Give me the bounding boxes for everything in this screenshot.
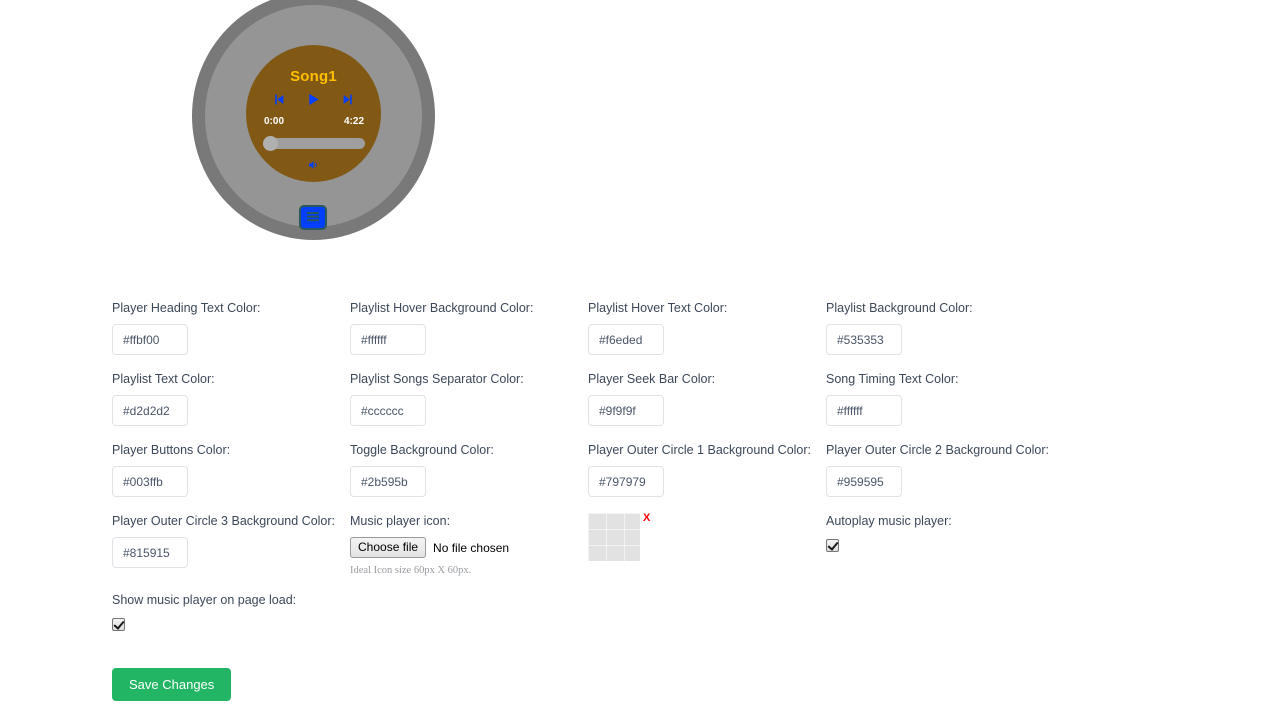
playlist-hover-background-color-input[interactable] <box>350 324 426 355</box>
file-input-row: Choose file No file chosen <box>350 537 588 558</box>
form-row: Player Heading Text Color: Playlist Hove… <box>112 300 1262 371</box>
form-row: Show music player on page load: <box>112 592 1262 650</box>
field-icon-preview: X <box>588 513 826 592</box>
file-status-text: No file chosen <box>433 540 510 555</box>
skip-forward-icon[interactable] <box>342 93 355 106</box>
transport-controls <box>192 92 435 107</box>
broken-image-icon <box>588 513 640 561</box>
playlist-toggle-icon <box>306 209 320 227</box>
field-label: Playlist Text Color: <box>112 372 215 386</box>
playlist-hover-text-color-input[interactable] <box>588 324 664 355</box>
skip-back-icon[interactable] <box>272 93 285 106</box>
song-timing-text-color-input[interactable] <box>826 395 902 426</box>
field-song-timing-text-color: Song Timing Text Color: <box>826 371 1064 442</box>
field-show-music-player-on-page-load: Show music player on page load: <box>112 592 350 650</box>
field-player-buttons-color: Player Buttons Color: <box>112 442 350 513</box>
field-music-player-icon: Music player icon: Choose file No file c… <box>350 513 588 592</box>
time-total: 4:22 <box>343 116 364 127</box>
field-playlist-hover-text-color: Playlist Hover Text Color: <box>588 300 826 371</box>
save-changes-button[interactable]: Save Changes <box>112 668 232 701</box>
time-current: 0:00 <box>264 116 285 127</box>
toggle-background-color-input[interactable] <box>350 466 426 497</box>
icon-size-help-text: Ideal Icon size 60px X 60px. <box>350 565 472 576</box>
field-label: Playlist Hover Text Color: <box>588 301 728 315</box>
field-player-outer-circle-3-background-color: Player Outer Circle 3 Background Color: <box>112 513 350 592</box>
field-label: Player Heading Text Color: <box>112 301 261 315</box>
field-label: Playlist Hover Background Color: <box>350 301 534 315</box>
field-label: Autoplay music player: <box>826 514 952 528</box>
field-label: Playlist Background Color: <box>826 301 973 315</box>
field-playlist-songs-separator-color: Playlist Songs Separator Color: <box>350 371 588 442</box>
field-player-heading-text-color: Player Heading Text Color: <box>112 300 350 371</box>
player-buttons-color-input[interactable] <box>112 466 188 497</box>
music-player-preview: Song1 0:00 4:22 <box>192 0 435 248</box>
field-label: Player Buttons Color: <box>112 443 231 457</box>
field-playlist-hover-background-color: Playlist Hover Background Color: <box>350 300 588 371</box>
playlist-songs-separator-color-input[interactable] <box>350 395 426 426</box>
player-seek-bar[interactable] <box>263 136 365 151</box>
player-outer-circle-1-background-color-input[interactable] <box>588 466 664 497</box>
form-row: Player Outer Circle 3 Background Color: … <box>112 513 1262 592</box>
playlist-toggle-button[interactable] <box>299 205 327 230</box>
player-settings-form: Player Heading Text Color: Playlist Hove… <box>112 300 1262 701</box>
remove-icon-button[interactable]: X <box>643 513 650 524</box>
player-outer-circle-3-background-color-input[interactable] <box>112 537 188 568</box>
form-row: Player Buttons Color: Toggle Background … <box>112 442 1262 513</box>
field-toggle-background-color: Toggle Background Color: <box>350 442 588 513</box>
field-label: Player Outer Circle 3 Background Color: <box>112 514 336 528</box>
field-label: Player Outer Circle 1 Background Color: <box>588 443 812 457</box>
choose-file-button[interactable]: Choose file <box>350 537 427 558</box>
show-music-player-on-page-load-checkbox[interactable] <box>112 618 125 632</box>
volume-icon[interactable] <box>192 159 435 171</box>
field-label: Song Timing Text Color: <box>826 372 959 386</box>
field-label: Playlist Songs Separator Color: <box>350 372 524 386</box>
icon-preview-wrap: X <box>588 513 826 561</box>
field-player-outer-circle-1-background-color: Player Outer Circle 1 Background Color: <box>588 442 826 513</box>
field-playlist-text-color: Playlist Text Color: <box>112 371 350 442</box>
playlist-background-color-input[interactable] <box>826 324 902 355</box>
player-outer-circle-2-background-color-input[interactable] <box>826 466 902 497</box>
song-timing: 0:00 4:22 <box>264 116 364 127</box>
field-label: Music player icon: <box>350 514 451 528</box>
play-icon[interactable] <box>306 92 321 107</box>
playlist-text-color-input[interactable] <box>112 395 188 426</box>
seek-bar-thumb[interactable] <box>263 136 278 151</box>
player-seek-bar-color-input[interactable] <box>588 395 664 426</box>
field-label: Player Seek Bar Color: <box>588 372 716 386</box>
field-label: Player Outer Circle 2 Background Color: <box>826 443 1050 457</box>
field-player-seek-bar-color: Player Seek Bar Color: <box>588 371 826 442</box>
autoplay-music-player-checkbox[interactable] <box>826 539 839 553</box>
field-label: Toggle Background Color: <box>350 443 494 457</box>
field-autoplay-music-player: Autoplay music player: <box>826 513 1064 592</box>
form-row: Playlist Text Color: Playlist Songs Sepa… <box>112 371 1262 442</box>
field-playlist-background-color: Playlist Background Color: <box>826 300 1064 371</box>
player-heading-text-color-input[interactable] <box>112 324 188 355</box>
field-player-outer-circle-2-background-color: Player Outer Circle 2 Background Color: <box>826 442 1064 513</box>
player-controls-area: Song1 0:00 4:22 <box>192 0 435 240</box>
song-title: Song1 <box>290 68 337 85</box>
field-label: Show music player on page load: <box>112 593 297 607</box>
